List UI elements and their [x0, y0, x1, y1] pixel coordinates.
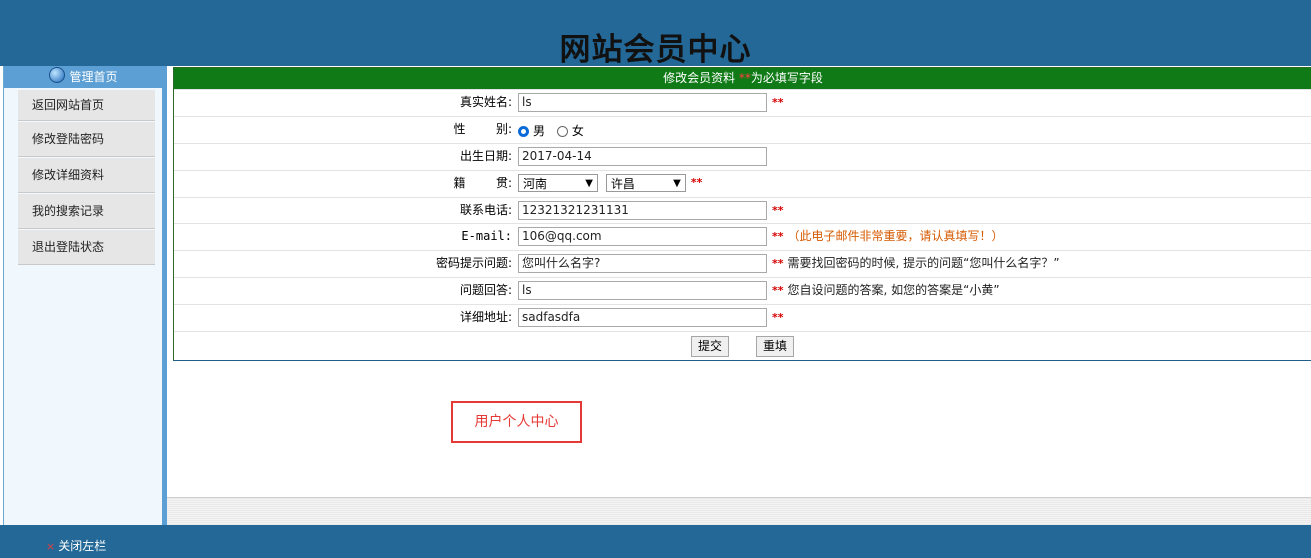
sidebar-menu: 返回网站首页 修改登陆密码 修改详细资料 我的搜索记录 退出登陆状态 — [18, 90, 155, 266]
chevron-down-icon: ▼ — [673, 177, 681, 189]
address-label: 详细地址: — [459, 310, 512, 325]
question-input[interactable] — [518, 254, 767, 274]
form-header: 修改会员资料 **为必填写字段 — [174, 68, 1311, 89]
chevron-down-icon: ▼ — [585, 177, 593, 189]
name-input[interactable] — [518, 93, 767, 112]
city-value: 许昌 — [610, 176, 635, 191]
form-header-required: ** — [738, 71, 751, 85]
submit-button[interactable]: 提交 — [691, 336, 730, 358]
row-origin: 籍 贯: 河南 ▼ 许昌 ▼ ** — [174, 169, 1311, 197]
sidebar-item-logout[interactable]: 退出登陆状态 — [18, 230, 155, 265]
sidebar-head[interactable]: 管理首页 — [4, 66, 163, 88]
name-label: 真实姓名: — [459, 95, 512, 109]
birthday-input[interactable] — [518, 146, 767, 166]
address-input[interactable] — [518, 308, 767, 328]
question-hint: 需要找回密码的时候, 提示的问题“您叫什么名字？” — [787, 256, 1060, 271]
gender-female-label[interactable]: 女 — [572, 124, 584, 138]
required-mark: ** — [772, 230, 784, 244]
email-input[interactable] — [518, 227, 767, 247]
button-row: 提交 重填 — [174, 331, 1311, 360]
page-title: 网站会员中心 — [559, 32, 752, 68]
sidebar-head-label: 管理首页 — [69, 70, 118, 84]
question-label: 密码提示问题: — [435, 256, 512, 271]
row-gender: 性 别: 男 女 — [174, 115, 1311, 143]
province-select[interactable]: 河南 ▼ — [518, 173, 598, 192]
main-content: 修改会员资料 **为必填写字段 真实姓名: ** 性 别: 男 女 出生日期: … — [167, 66, 1311, 525]
sidebar-item-edit-profile[interactable]: 修改详细资料 — [18, 158, 155, 193]
gender-male-label[interactable]: 男 — [533, 124, 545, 138]
email-hint: （此电子邮件非常重要，请认真填写！） — [787, 229, 1004, 244]
close-sidebar-label: 关闭左栏 — [58, 539, 107, 553]
required-mark: ** — [772, 257, 784, 271]
form-header-suffix: 为必填写字段 — [750, 71, 823, 85]
row-question: 密码提示问题: **需要找回密码的时候, 提示的问题“您叫什么名字？” — [174, 250, 1311, 277]
sidebar: 管理首页 返回网站首页 修改登陆密码 修改详细资料 我的搜索记录 退出登陆状态 — [3, 66, 163, 525]
gender-male-radio[interactable] — [518, 125, 529, 137]
row-address: 详细地址: ** — [174, 304, 1311, 331]
row-email: E-mail: **（此电子邮件非常重要，请认真填写！） — [174, 223, 1311, 250]
city-select[interactable]: 许昌 ▼ — [605, 173, 686, 192]
origin-label: 籍 贯: — [453, 175, 512, 190]
header-bar: 网站会员中心 — [0, 0, 1311, 68]
row-birthday: 出生日期: — [174, 142, 1311, 170]
answer-hint: 您自设问题的答案, 如您的答案是“小黄” — [787, 283, 1000, 298]
form-header-title: 修改会员资料 — [663, 71, 736, 85]
footer-bar: × 关闭左栏 — [0, 525, 1311, 558]
sidebar-item-search-history[interactable]: 我的搜索记录 — [18, 194, 155, 229]
row-phone: 联系电话: ** — [174, 196, 1311, 224]
required-mark: ** — [772, 96, 784, 109]
close-sidebar-button[interactable]: × 关闭左栏 — [46, 537, 106, 554]
required-mark: ** — [772, 311, 784, 325]
row-name: 真实姓名: ** — [174, 89, 1311, 116]
answer-label: 问题回答: — [459, 283, 512, 298]
email-label: E-mail: — [461, 229, 512, 244]
required-mark: ** — [772, 284, 784, 298]
required-mark: ** — [690, 176, 703, 190]
gender-label: 性 别: — [453, 121, 512, 136]
province-value: 河南 — [523, 176, 548, 191]
close-icon: × — [46, 540, 56, 553]
row-answer: 问题回答: **您自设问题的答案, 如您的答案是“小黄” — [174, 277, 1311, 304]
answer-input[interactable] — [518, 281, 767, 301]
reset-button[interactable]: 重填 — [756, 336, 795, 358]
profile-form: 修改会员资料 **为必填写字段 真实姓名: ** 性 别: 男 女 出生日期: … — [173, 67, 1311, 362]
phone-input[interactable] — [518, 200, 767, 220]
sidebar-item-home[interactable]: 返回网站首页 — [18, 90, 155, 121]
globe-icon — [49, 67, 66, 83]
gender-female-radio[interactable] — [556, 125, 568, 137]
birthday-label: 出生日期: — [459, 148, 512, 163]
required-mark: ** — [772, 203, 784, 217]
callout-user-center: 用户个人中心 — [451, 401, 582, 443]
content-bottom-strip — [167, 497, 1311, 526]
sidebar-item-change-password[interactable]: 修改登陆密码 — [18, 122, 155, 157]
phone-label: 联系电话: — [459, 202, 512, 217]
